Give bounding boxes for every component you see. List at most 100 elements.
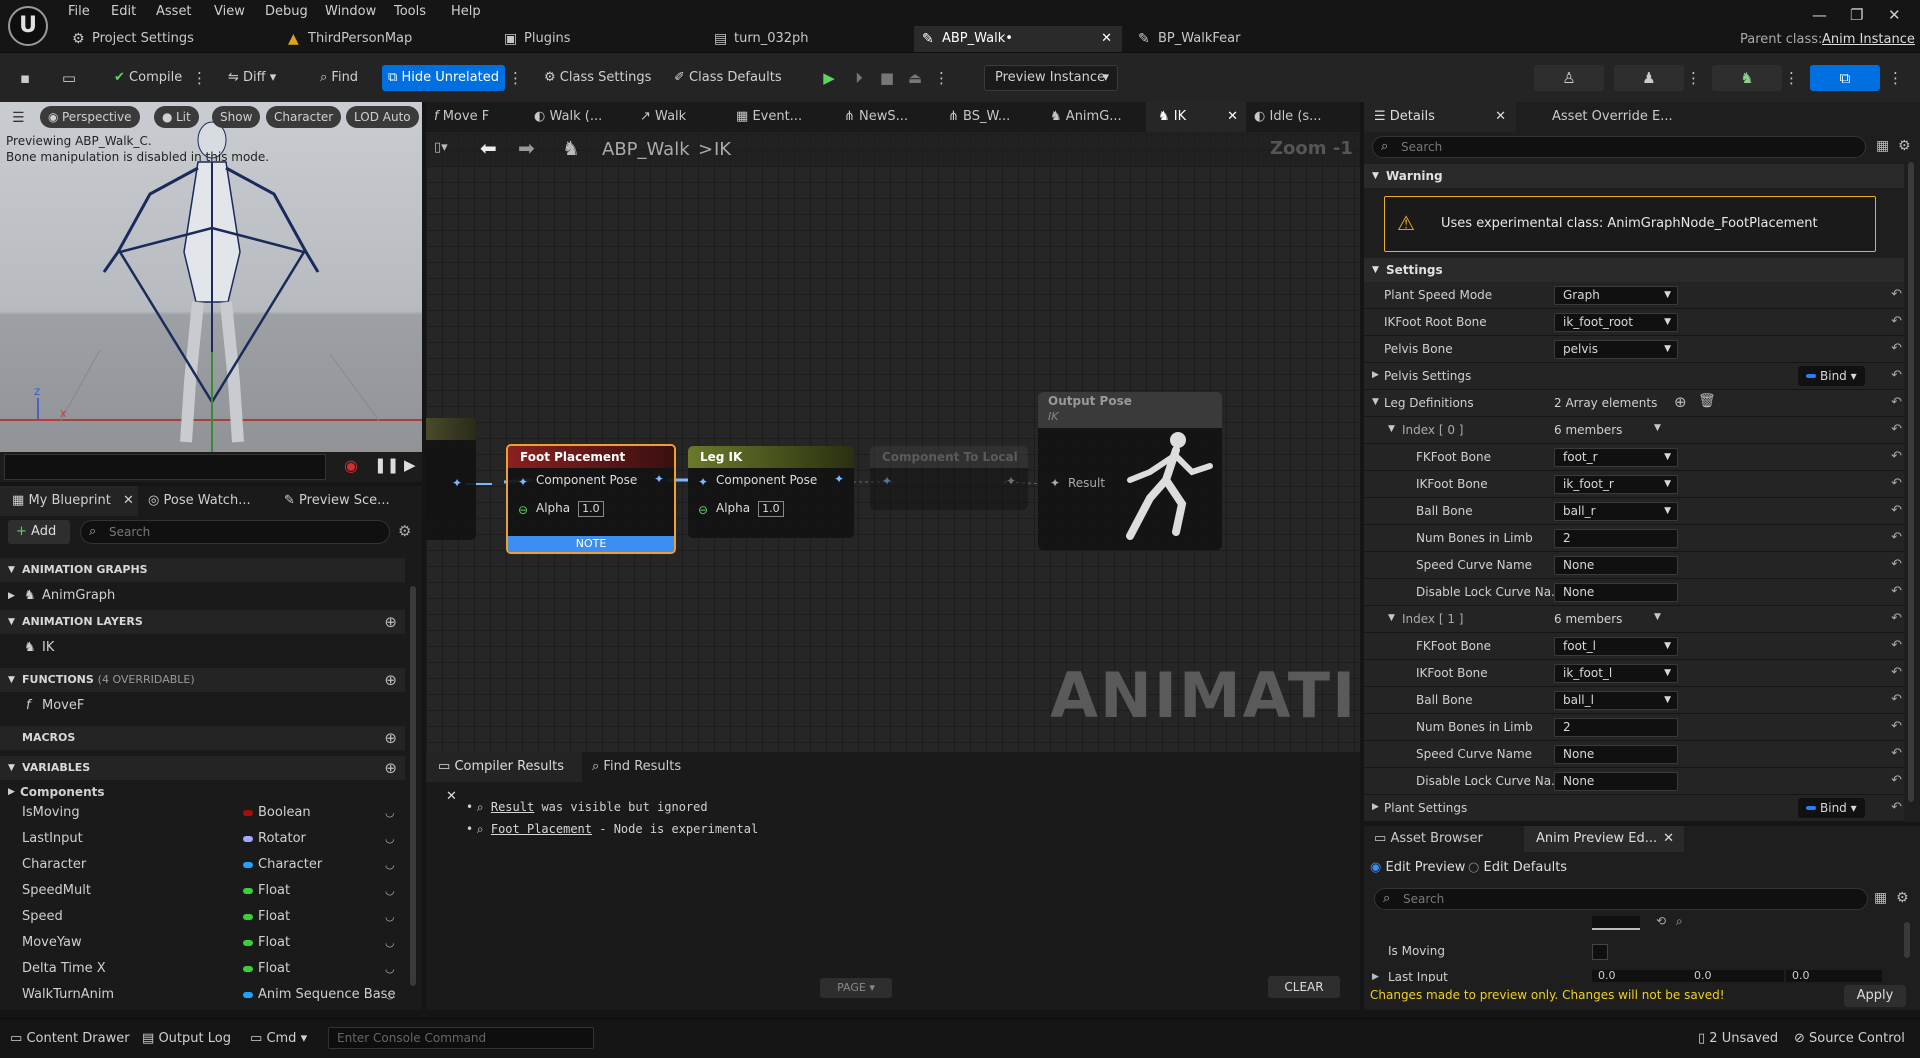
prop-pelvis-settings[interactable]: ▶ Pelvis Settings Bind ▾ ↶ [1364,363,1904,390]
reset-icon[interactable]: ↶ [1891,795,1902,821]
eye-closed-icon[interactable]: ◡ [385,956,395,982]
skeleton-mode-icon[interactable]: ♙ [1534,65,1604,91]
scrollbar[interactable] [410,586,416,986]
eye-closed-icon[interactable]: ◡ [385,800,395,826]
save-icon[interactable]: ▪ [12,65,38,91]
tab-details[interactable]: ☰ Details ✕ [1364,102,1516,132]
pelvis-bone-dropdown[interactable]: pelvis ▼ [1554,340,1678,359]
diff-button[interactable]: ⇋ Diff ▾ [222,65,282,91]
reset-icon[interactable]: ↶ [1891,606,1902,632]
add-variable-icon[interactable]: ⊕ [384,756,397,780]
animation-mode-icon[interactable]: ♞ [1712,65,1782,91]
tab-bp-walkfear[interactable]: ✎ BP_WalkFear [1130,26,1330,52]
ball-bone-dropdown[interactable]: ball_r ▼ [1554,502,1678,521]
play-options-icon[interactable]: ⋮ [934,65,949,91]
eye-closed-icon[interactable]: ◡ [385,878,395,904]
close-tab-icon[interactable]: ✕ [446,789,457,804]
reset-icon[interactable]: ↶ [1891,336,1902,362]
lod-button[interactable]: LOD Auto [346,106,419,128]
table-view-icon[interactable]: ▦ [1874,890,1887,906]
reset-icon[interactable]: ⟲ [1656,914,1666,928]
step-icon[interactable]: ⏵ [846,65,872,91]
scrollbar[interactable] [1908,162,1914,802]
reset-icon[interactable]: ↶ [1891,444,1902,470]
reset-icon[interactable]: ↶ [1891,417,1902,443]
alpha-pin[interactable]: ⊖ Alpha 1.0 [698,498,784,518]
tab-project-settings[interactable]: ⚙ Project Settings [64,26,264,52]
add-button[interactable]: + Add [8,520,70,544]
hide-unrelated-button[interactable]: ⧉ Hide Unrelated [382,65,505,91]
section-variables[interactable]: ▼ VARIABLES ⊕ [0,756,405,780]
tab-pose-watch[interactable]: ◎ Pose Watch... [148,486,251,516]
mode-options-icon[interactable]: ⋮ [1686,65,1701,91]
edit-preview-radio[interactable]: ◉ Edit Preview [1370,858,1465,878]
prop-index-1[interactable]: ▼ Index [ 1 ] 6 members ▼ ↶ [1364,606,1904,633]
variable-row[interactable]: WalkTurnAnim Anim Sequence Base ◡ [0,982,405,1008]
tab-find-results[interactable]: ⌕ Find Results [592,752,681,782]
menu-debug[interactable]: Debug [265,2,308,22]
foot-placement-link[interactable]: Foot Placement [491,822,592,836]
alpha-input[interactable]: 1.0 [758,501,784,517]
eye-closed-icon[interactable]: ◡ [385,852,395,878]
pose-out-pin-icon[interactable]: ✦ [834,472,844,486]
num-bones-input[interactable]: 2 [1554,529,1678,548]
tab-asset-browser[interactable]: ▭ Asset Browser [1364,826,1483,852]
fkfoot-dropdown[interactable]: foot_r ▼ [1554,448,1678,467]
output-log-button[interactable]: ▤ Output Log [142,1029,231,1049]
eye-closed-icon[interactable]: ◡ [385,982,395,1008]
menu-window[interactable]: Window [325,2,376,22]
chevron-down-icon[interactable]: ▼ [1654,423,1661,433]
add-layer-icon[interactable]: ⊕ [384,610,397,634]
pause-icon[interactable]: ❚❚ [374,456,399,474]
speed-curve-input[interactable]: None [1554,745,1678,764]
variable-row[interactable]: MoveYaw Float ◡ [0,930,405,956]
lit-button[interactable]: ● Lit [154,106,199,128]
cmd-dropdown[interactable]: ▭ Cmd ▾ [250,1029,307,1049]
content-drawer-button[interactable]: ▭ Content Drawer [10,1029,130,1049]
reset-icon[interactable]: ↶ [1891,390,1902,416]
tab-thirdpersonmap[interactable]: ▲ ThirdPersonMap [280,26,480,52]
variable-row[interactable]: SpeedMult Float ◡ [0,878,405,904]
edit-defaults-radio[interactable]: ○ Edit Defaults [1468,858,1567,878]
disable-lock-input[interactable]: None [1554,583,1678,602]
parent-class-link[interactable]: Anim Instance [1822,32,1915,47]
minimize-icon[interactable]: — [1812,6,1827,24]
close-tab-icon[interactable]: ✕ [1495,102,1506,132]
play-icon[interactable]: ▶ [816,65,842,91]
source-control-button[interactable]: ⊘ Source Control [1794,1029,1905,1049]
page-dropdown[interactable]: PAGE ▾ [820,978,892,998]
disable-lock-input[interactable]: None [1554,772,1678,791]
find-button[interactable]: ⌕ Find [314,65,364,91]
result-pin-icon[interactable]: ✦ [1050,476,1060,490]
ikfoot-dropdown[interactable]: ik_foot_l ▼ [1554,664,1678,683]
prop-leg-definitions[interactable]: ▼ Leg Definitions 2 Array elements ⊕ 🗑 ↶ [1364,390,1904,417]
reset-icon[interactable]: ↶ [1891,741,1902,767]
browse-icon[interactable]: ⌕ [1676,914,1683,929]
num-bones-input[interactable]: 2 [1554,718,1678,737]
reset-icon[interactable]: ↶ [1891,552,1902,578]
reset-icon[interactable]: ↶ [1891,660,1902,686]
last-input-x[interactable]: 0.0 [1592,970,1688,982]
plant-speed-mode-dropdown[interactable]: Graph ▼ [1554,286,1678,305]
pose-out-pin-icon[interactable]: ✦ [654,472,664,486]
pose-out-pin-icon[interactable]: ✦ [452,476,462,490]
speed-curve-input[interactable]: None [1554,556,1678,575]
tab-asset-override[interactable]: Asset Override E... [1552,102,1673,132]
node-output-pose[interactable]: Output Pose IK ✦ Result [1038,392,1222,550]
search-input[interactable]: ⌕ Search [80,520,390,544]
add-element-icon[interactable]: ⊕ [1674,393,1687,411]
scrollbar[interactable] [1904,922,1910,958]
section-animation-layers[interactable]: ▼ ANIMATION LAYERS ⊕ [0,610,405,634]
list-item-movef[interactable]: f MoveF [0,694,405,718]
prop-plant-settings[interactable]: ▶ Plant Settings Bind ▾ ↶ [1364,795,1904,822]
bind-dropdown[interactable]: Bind ▾ [1798,366,1865,386]
eject-icon[interactable]: ⏏ [902,65,928,91]
color-swatch[interactable] [1592,916,1640,930]
blueprint-options-icon[interactable]: ⋮ [1888,65,1903,91]
node-previous[interactable]: ✦ [426,418,476,540]
character-button[interactable]: Character [266,106,342,128]
reset-icon[interactable]: ↶ [1891,714,1902,740]
eye-closed-icon[interactable]: ◡ [385,904,395,930]
viewport-menu-icon[interactable]: ☰ [12,110,25,126]
reset-icon[interactable]: ↶ [1891,687,1902,713]
